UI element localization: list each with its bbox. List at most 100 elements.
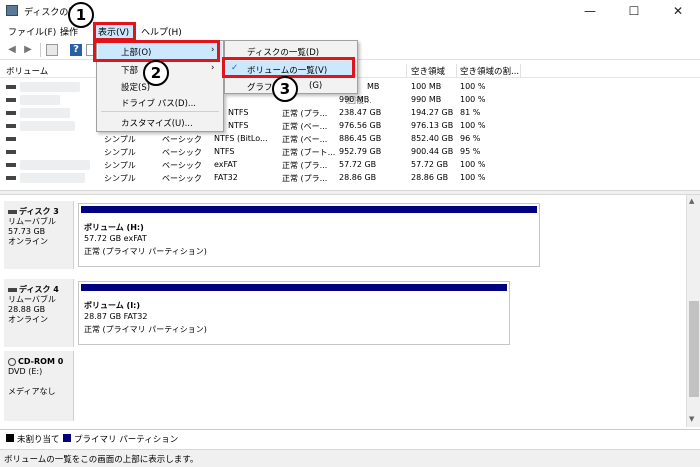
vertical-scrollbar[interactable]: ▲ ▼ <box>686 195 700 427</box>
legend-bar: 未割り当て プライマリ パーティション <box>0 429 700 445</box>
cell-capacity: MB <box>367 82 380 91</box>
cell-percent: 100 % <box>460 121 486 130</box>
cell-capacity: 238.47 GB <box>339 108 382 117</box>
cell-free: 976.13 GB <box>411 121 454 130</box>
forward-arrow-icon[interactable]: ▶ <box>22 44 34 56</box>
column-volume[interactable]: ボリューム <box>6 65 48 77</box>
cell-capacity: 952.79 GB <box>339 147 382 156</box>
cell-fs: FAT32 <box>214 173 238 182</box>
cell-type: ベーシック <box>162 174 202 183</box>
scroll-down-icon[interactable]: ▼ <box>689 415 694 423</box>
disk-size: 57.73 GB <box>8 227 46 236</box>
legend-unallocated: 未割り当て <box>17 435 60 445</box>
disk-4-label[interactable]: ディスク 4 リムーバブル 28.88 GB オンライン <box>4 279 74 347</box>
disk-state: メディアなし <box>8 387 56 396</box>
column-free-space[interactable]: 空き領域 <box>411 65 445 77</box>
volume-status: 正常 (プライマリ パーティション) <box>84 247 207 256</box>
menu-item-customize[interactable]: カスタマイズ(U)... <box>121 117 193 129</box>
volume-label: ボリューム (H:) <box>84 223 144 232</box>
cell-status: 正常 (ブート... <box>282 148 336 157</box>
cell-type: ベーシック <box>162 135 202 144</box>
maximize-button[interactable]: ☐ <box>612 0 656 22</box>
cell-free: 900.44 GB <box>411 147 454 156</box>
redacted-volume-name <box>20 160 90 170</box>
column-divider <box>406 64 407 77</box>
redacted-volume-name <box>20 108 70 118</box>
drive-icon <box>6 137 16 141</box>
cdrom-0-label[interactable]: CD-ROM 0 DVD (E:) メディアなし <box>4 351 74 421</box>
drive-icon <box>6 176 16 180</box>
cell-percent: 100 % <box>460 173 486 182</box>
cell-percent: 100 % <box>460 82 486 91</box>
menu-item-drive-path[interactable]: ドライブ パス(D)... <box>121 97 196 109</box>
volume-detail: 57.72 GB exFAT <box>84 234 147 243</box>
menu-separator <box>101 111 219 112</box>
scroll-up-icon[interactable]: ▲ <box>689 197 694 205</box>
disk-icon <box>8 287 17 292</box>
back-arrow-icon[interactable]: ◀ <box>6 44 18 56</box>
redacted-volume-name <box>20 82 80 92</box>
disk-size: 28.88 GB <box>8 305 46 314</box>
cell-layout: シンプル <box>104 135 136 144</box>
cell-percent: 96 % <box>460 134 481 143</box>
cell-fs: NTFS <box>214 147 235 156</box>
cell-status: 正常 (プラ... <box>282 161 328 170</box>
cd-icon <box>8 357 16 366</box>
disk-name: ディスク 4 <box>19 285 59 294</box>
disk-icon <box>8 209 17 214</box>
volume-detail: 28.87 GB FAT32 <box>84 312 148 321</box>
menu-item-lower[interactable]: 下部 <box>121 64 138 76</box>
drive-icon <box>6 85 16 89</box>
disk-type: DVD (E:) <box>8 367 43 376</box>
menu-file[interactable]: ファイル(F) <box>8 25 56 38</box>
cell-fs: NTFS (BitLo... <box>214 134 268 143</box>
disk-type: リムーバブル <box>8 295 56 304</box>
cell-free: 100 MB <box>411 82 442 91</box>
volume-i-partition[interactable]: ボリューム (I:) 28.87 GB FAT32 正常 (プライマリ パーティ… <box>78 281 510 345</box>
disk-name: ディスク 3 <box>19 207 59 216</box>
cell-status: 正常 (プラ... <box>282 109 328 118</box>
drive-icon <box>6 98 16 102</box>
drive-icon <box>6 124 16 128</box>
cell-status: 正常 (ベー... <box>282 122 328 131</box>
help-icon[interactable]: ? <box>70 44 82 56</box>
annotation-number-1: 1 <box>68 2 94 28</box>
cell-free: 57.72 GB <box>411 160 449 169</box>
minimize-button[interactable]: — <box>568 0 612 22</box>
scrollbar-thumb[interactable] <box>689 301 699 397</box>
cell-status: 正常 (プラ... <box>282 174 328 183</box>
cell-fs: exFAT <box>214 160 238 169</box>
disk-management-app-icon <box>6 5 18 16</box>
status-bar: ボリュームの一覧をこの画面の上部に表示します。 <box>0 449 700 467</box>
drive-icon <box>6 163 16 167</box>
primary-partition-bar <box>81 206 537 213</box>
menu-help[interactable]: ヘルプ(H) <box>141 25 182 38</box>
volume-status: 正常 (プライマリ パーティション) <box>84 325 207 334</box>
annotation-number-3: 3 <box>272 76 298 102</box>
menu-item-settings[interactable]: 設定(S) <box>121 81 150 93</box>
title-bar: ディスクの管 — ☐ ✕ <box>0 0 700 22</box>
annotation-box-volume-list <box>222 57 355 78</box>
cell-percent: 100 % <box>460 160 486 169</box>
status-text: ボリュームの一覧をこの画面の上部に表示します。 <box>4 455 199 465</box>
redacted-volume-name <box>20 95 60 105</box>
cell-capacity: 57.72 GB <box>339 160 377 169</box>
annotation-box-view <box>93 22 136 41</box>
volume-h-partition[interactable]: ボリューム (H:) 57.72 GB exFAT 正常 (プライマリ パーティ… <box>78 203 540 267</box>
cell-status: 正常 (ベー... <box>282 135 328 144</box>
panel-icon[interactable] <box>46 44 58 56</box>
column-free-percent[interactable]: 空き領域の割... <box>460 65 519 77</box>
cell-layout: シンプル <box>104 148 136 157</box>
cell-percent: 100 % <box>460 95 486 104</box>
disk-state: オンライン <box>8 315 48 324</box>
disk-state: オンライン <box>8 237 48 246</box>
cell-fs: NTFS <box>228 121 249 130</box>
legend-primary: プライマリ パーティション <box>74 435 179 445</box>
submenu-arrow-icon: › <box>211 63 215 73</box>
cell-type: ベーシック <box>162 161 202 170</box>
cell-percent: 95 % <box>460 147 481 156</box>
cell-layout: シンプル <box>104 161 136 170</box>
close-button[interactable]: ✕ <box>656 0 700 22</box>
disk-name: CD-ROM 0 <box>18 357 64 366</box>
disk-3-label[interactable]: ディスク 3 リムーバブル 57.73 GB オンライン <box>4 201 74 269</box>
